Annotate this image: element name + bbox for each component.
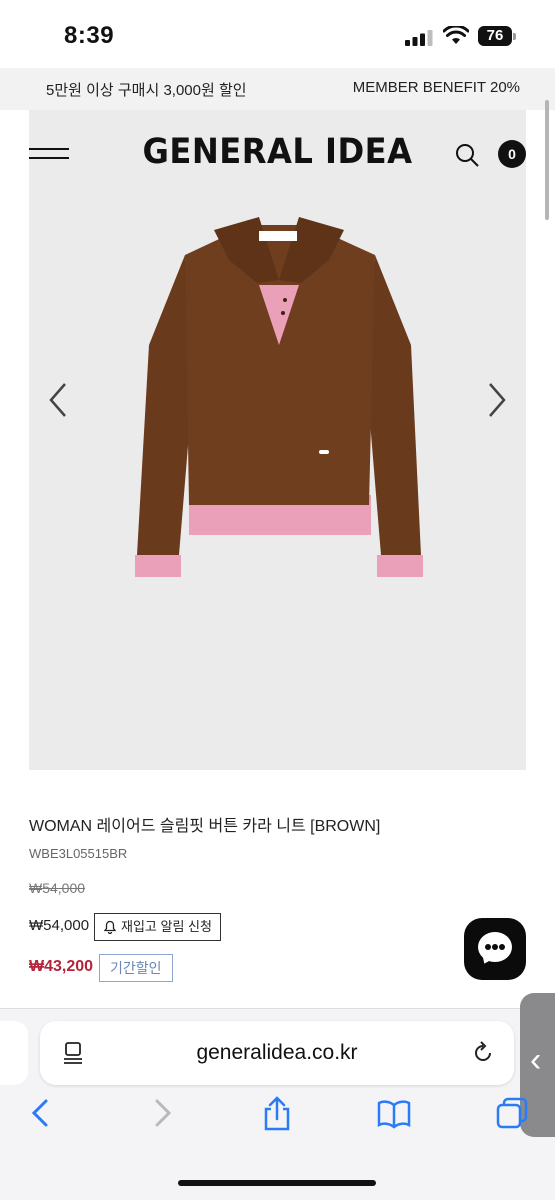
share-icon[interactable] — [259, 1095, 295, 1131]
promo-discount-text[interactable]: 5만원 이상 구매시 3,000원 할인 — [46, 79, 247, 100]
chat-icon[interactable] — [464, 918, 526, 980]
site-header: GENERAL IDEA 0 — [0, 110, 555, 198]
cart-count-badge[interactable]: 0 — [498, 140, 526, 168]
home-indicator — [178, 1180, 376, 1186]
signal-icon — [405, 30, 433, 46]
bookmarks-icon[interactable] — [376, 1095, 412, 1131]
status-bar: 8:39 76 — [0, 0, 555, 68]
promo-member-benefit[interactable]: MEMBER BENEFIT 20% — [353, 79, 520, 96]
battery-level: 76 — [478, 26, 512, 46]
product-image — [135, 217, 423, 577]
search-icon[interactable] — [454, 142, 480, 168]
product-code: WBE3L05515BR — [29, 846, 128, 861]
chevron-left-icon: ‹ — [530, 1041, 542, 1079]
reload-icon[interactable] — [470, 1040, 496, 1066]
status-time: 8:39 — [64, 22, 115, 49]
prev-arrow-icon[interactable] — [45, 380, 69, 420]
restock-alert-button[interactable]: 재입고 알림 신청 — [94, 913, 221, 941]
restock-alert-label: 재입고 알림 신청 — [121, 919, 212, 934]
sale-price: ₩43,200 — [29, 958, 94, 975]
product-title: WOMAN 레이어드 슬림핏 버튼 카라 니트 [BROWN] — [29, 818, 381, 835]
next-arrow-icon[interactable] — [486, 380, 510, 420]
bell-icon — [103, 920, 117, 934]
current-price: ₩54,000 — [29, 917, 90, 934]
original-price: ₩54,000 — [29, 880, 86, 896]
forward-icon[interactable] — [143, 1095, 179, 1131]
product-image-carousel[interactable] — [29, 110, 526, 770]
sale-period-badge: 기간할인 — [99, 954, 173, 982]
previous-tab-preview[interactable] — [0, 1021, 28, 1085]
address-bar[interactable]: generalidea.co.kr — [40, 1021, 514, 1085]
promo-bar[interactable]: 5만원 이상 구매시 3,000원 할인 MEMBER BENEFIT 20% — [0, 68, 555, 110]
address-url[interactable]: generalidea.co.kr — [40, 1041, 514, 1065]
back-icon[interactable] — [24, 1095, 60, 1131]
wifi-icon — [443, 26, 469, 44]
tabs-icon[interactable] — [494, 1095, 530, 1131]
battery-icon: 76 — [478, 26, 516, 46]
